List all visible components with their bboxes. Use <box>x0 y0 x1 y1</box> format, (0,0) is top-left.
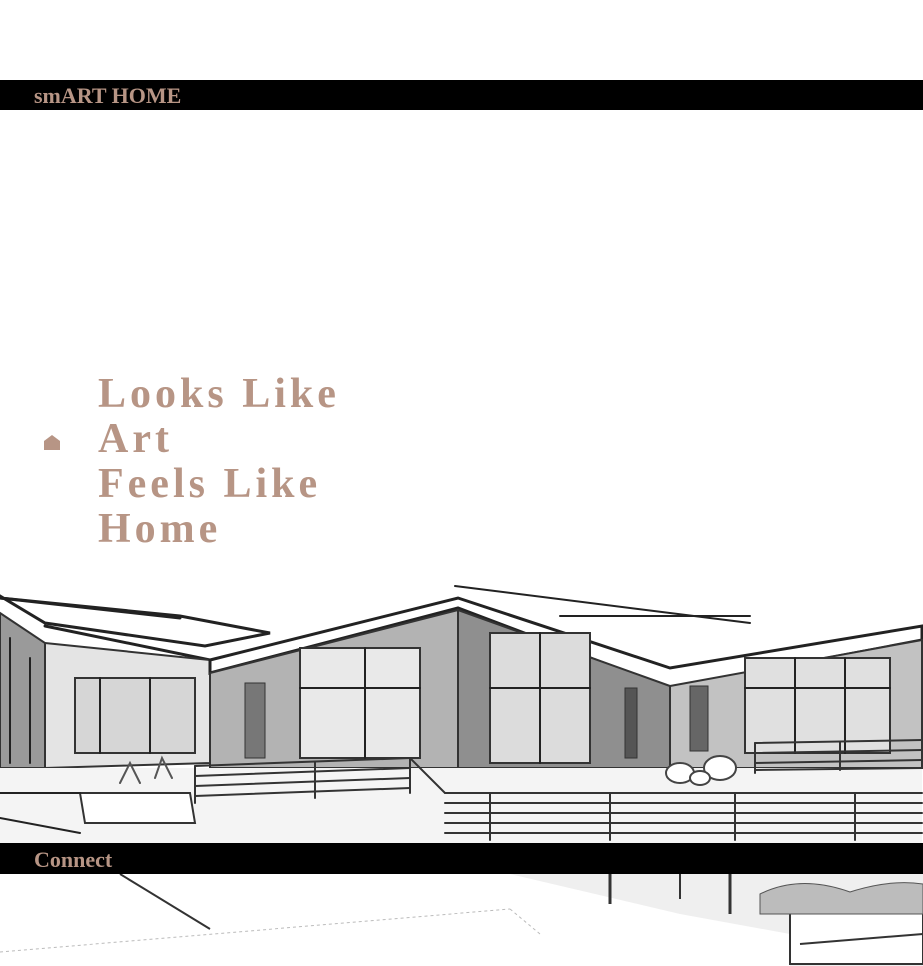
tagline-line-2: Art <box>98 416 173 462</box>
house-sketch-continuation <box>0 874 923 966</box>
connect-link[interactable]: Connect <box>34 849 112 871</box>
house-sketch-illustration <box>0 585 923 843</box>
top-nav-bar: smART HOME <box>0 80 923 110</box>
tagline-line-3: Feels Like <box>98 461 322 507</box>
tagline-line-1: Looks Like <box>98 371 340 417</box>
footer-bar: Connect <box>0 843 923 874</box>
hero-tagline: Looks Like Art Feels Like Home <box>98 372 340 552</box>
brand-logo-text[interactable]: smART HOME <box>34 85 181 107</box>
tagline-line-4: Home <box>98 506 222 552</box>
home-icon <box>44 435 60 450</box>
